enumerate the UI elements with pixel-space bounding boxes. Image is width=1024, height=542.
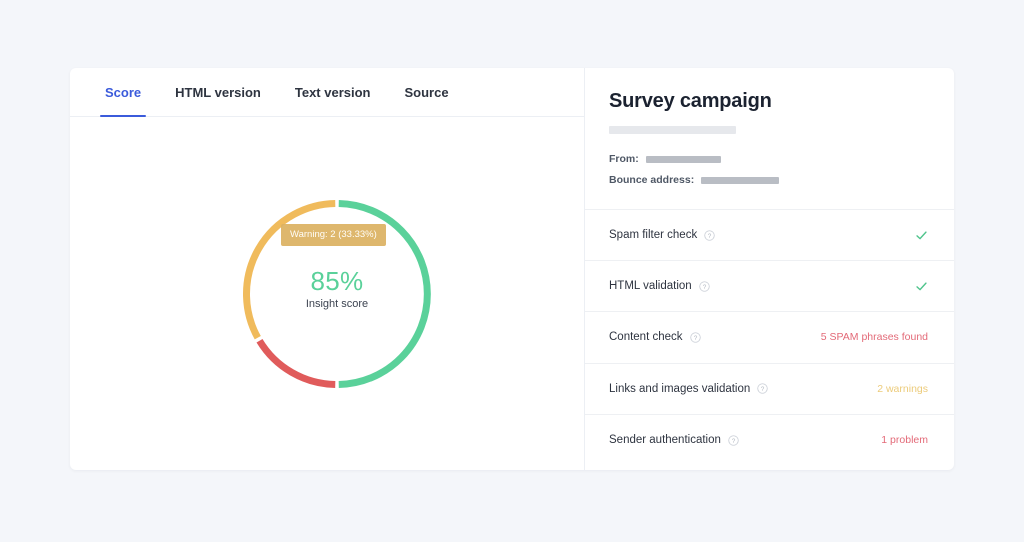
checks-list: Spam filter check ? HTML validation	[585, 209, 954, 466]
svg-text:?: ?	[693, 335, 697, 342]
check-label: Links and images validation	[609, 383, 750, 395]
help-icon[interactable]: ?	[704, 230, 715, 241]
meta-row-bounce-address: Bounce address:	[609, 174, 928, 186]
check-row-links-images-validation[interactable]: Links and images validation ? 2 warnings	[585, 364, 954, 415]
help-icon[interactable]: ?	[757, 383, 768, 394]
campaign-meta-list: From: Bounce address:	[609, 153, 928, 186]
tab-label: Text version	[295, 85, 371, 100]
svg-text:?: ?	[732, 438, 736, 445]
meta-value-redacted	[646, 156, 721, 163]
help-icon[interactable]: ?	[699, 281, 710, 292]
svg-text:?: ?	[708, 232, 712, 239]
check-row-html-validation[interactable]: HTML validation ?	[585, 261, 954, 312]
campaign-panel: Survey campaign From: Bounce address: Sp…	[585, 68, 954, 470]
check-label: Sender authentication	[609, 434, 721, 446]
tab-html-version[interactable]: HTML version	[158, 68, 278, 116]
status-badge	[915, 229, 928, 242]
meta-label: From:	[609, 153, 639, 165]
check-icon	[915, 280, 928, 293]
chart-area: 85% Insight score Warning: 2 (33.33%)	[70, 117, 584, 470]
help-icon[interactable]: ?	[690, 332, 701, 343]
status-text: 5 SPAM phrases found	[821, 331, 928, 343]
tab-source[interactable]: Source	[387, 68, 465, 116]
campaign-subtitle-redacted	[609, 126, 736, 134]
svg-text:?: ?	[761, 386, 765, 393]
svg-text:?: ?	[702, 284, 706, 291]
check-label: Spam filter check	[609, 229, 697, 241]
status-badge: 2 warnings	[877, 383, 928, 395]
check-label: Content check	[609, 331, 683, 343]
meta-row-from: From:	[609, 153, 928, 165]
help-icon[interactable]: ?	[728, 435, 739, 446]
check-icon	[915, 229, 928, 242]
status-text: 1 problem	[881, 434, 928, 446]
email-insight-card: Score HTML version Text version Source	[70, 68, 954, 470]
tab-score[interactable]: Score	[88, 68, 158, 116]
campaign-header: Survey campaign From: Bounce address:	[585, 68, 954, 195]
status-text: 2 warnings	[877, 383, 928, 395]
chart-tooltip: Warning: 2 (33.33%)	[281, 224, 386, 246]
page-title: Survey campaign	[609, 90, 928, 113]
check-row-sender-authentication[interactable]: Sender authentication ? 1 problem	[585, 415, 954, 466]
status-badge: 1 problem	[881, 434, 928, 446]
tab-label: Score	[105, 85, 141, 100]
tab-text-version[interactable]: Text version	[278, 68, 388, 116]
check-row-content-check[interactable]: Content check ? 5 SPAM phrases found	[585, 312, 954, 363]
score-panel: Score HTML version Text version Source	[70, 68, 585, 470]
insight-score-donut-chart[interactable]: 85% Insight score Warning: 2 (33.33%)	[243, 200, 431, 388]
check-label: HTML validation	[609, 280, 692, 292]
tab-label: HTML version	[175, 85, 261, 100]
tab-label: Source	[404, 85, 448, 100]
status-badge	[915, 280, 928, 293]
meta-label: Bounce address:	[609, 174, 694, 186]
check-row-spam-filter[interactable]: Spam filter check ?	[585, 210, 954, 261]
meta-value-redacted	[701, 177, 779, 184]
status-badge: 5 SPAM phrases found	[821, 331, 928, 343]
tab-bar: Score HTML version Text version Source	[70, 68, 584, 117]
donut-segment-problem[interactable]	[260, 341, 336, 385]
